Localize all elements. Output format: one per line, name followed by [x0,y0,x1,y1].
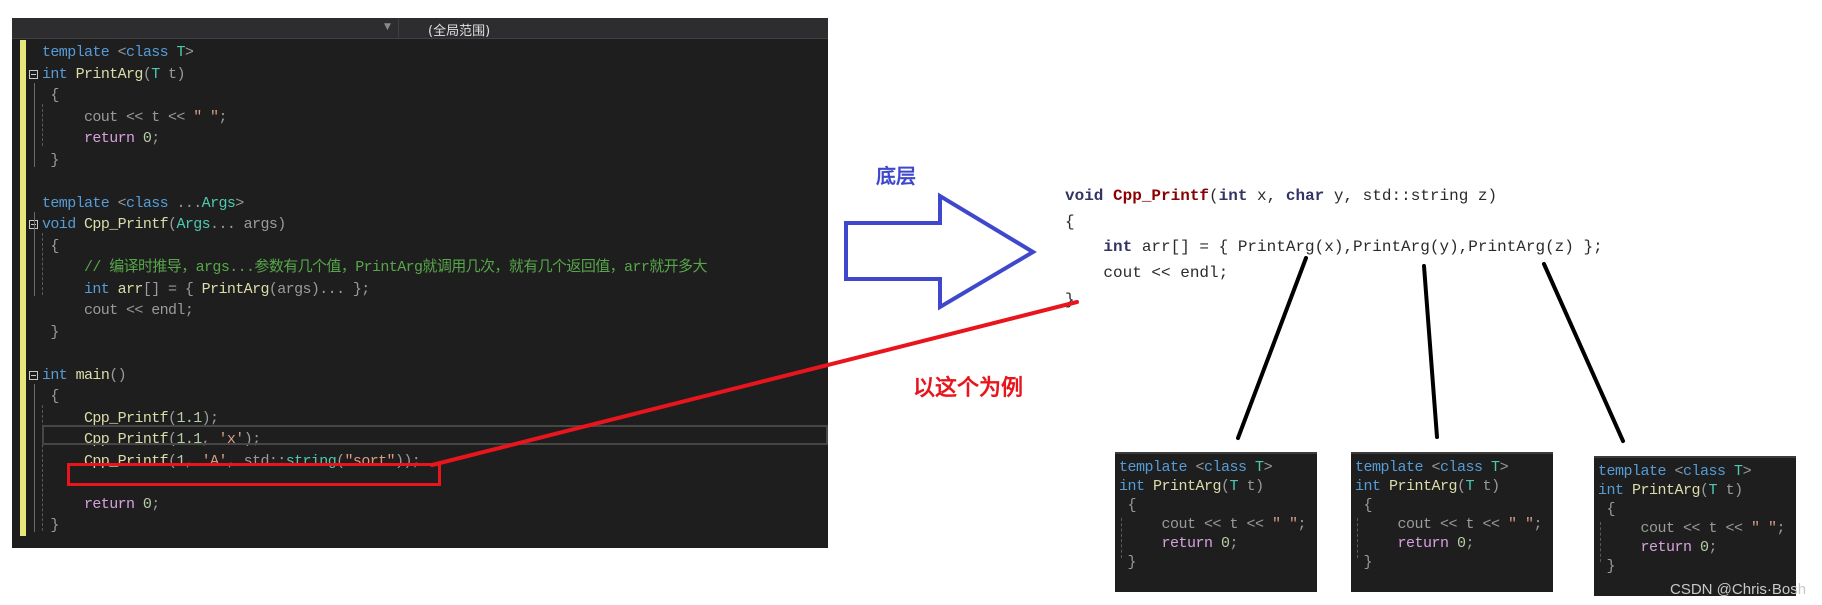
big-arrow-icon [844,192,1037,311]
connector-line-y [1422,264,1439,439]
annotation-overlay [430,192,1625,467]
red-connector-line [430,300,1079,467]
connector-line-z [1542,262,1625,443]
watermark: CSDN @Chris·Bosh [1670,581,1807,598]
connector-line-x [1236,256,1308,440]
